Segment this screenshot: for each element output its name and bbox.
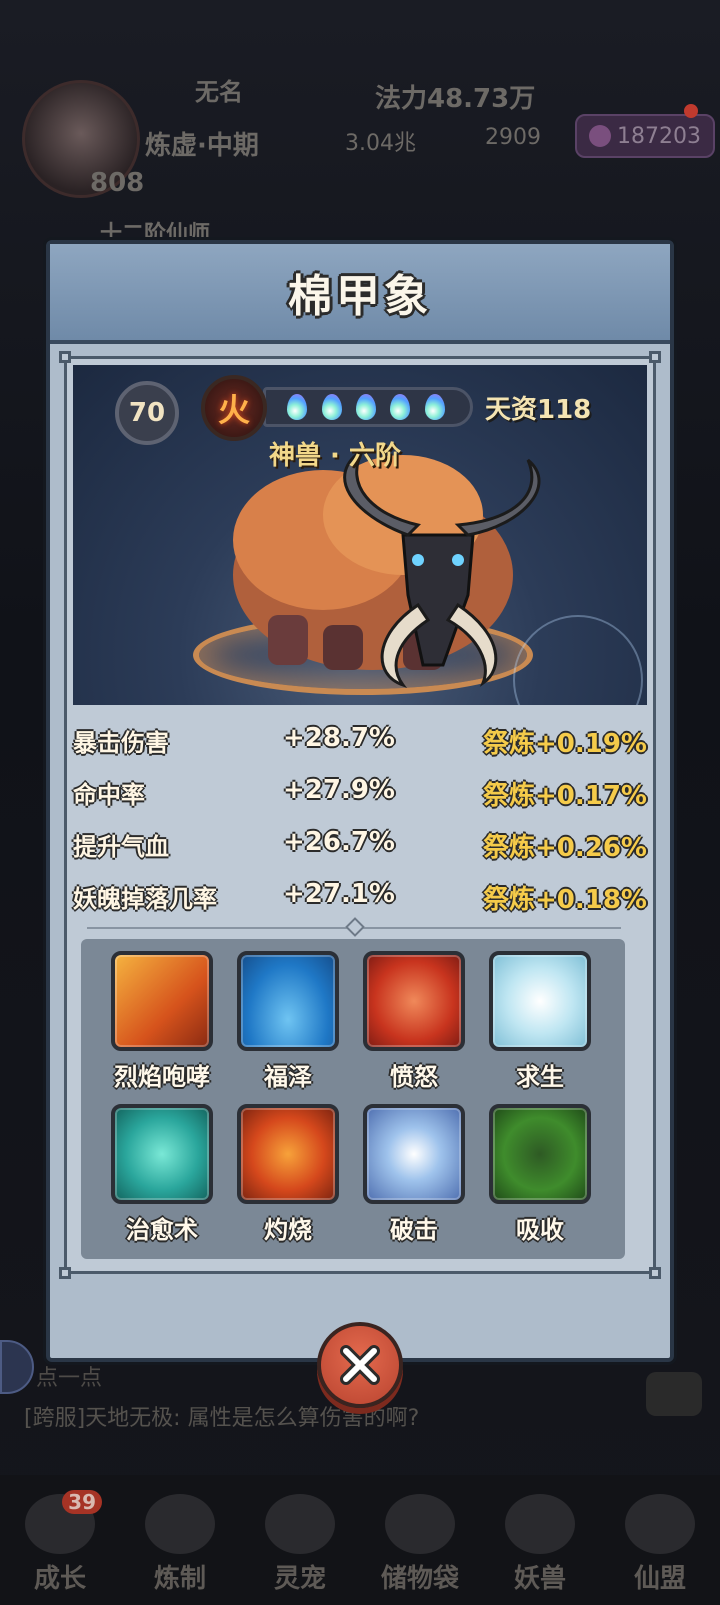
spirit-drop-icon: [390, 394, 411, 420]
fire-element-icon: 火: [201, 375, 267, 441]
survival-spirit-icon: [489, 951, 591, 1051]
chat-prev-line: 点一点: [36, 1366, 103, 1391]
nav-growth: 39 成长: [10, 1490, 110, 1595]
skill-slot[interactable]: 福泽: [233, 951, 343, 1092]
craft-icon: [145, 1494, 215, 1554]
beast-icon: [505, 1494, 575, 1554]
nav-label: 妖兽: [513, 1564, 566, 1594]
skills-grid: 烈焰咆哮 福泽 愤怒 求生 治愈术 灼烧 破击 吸收: [81, 939, 625, 1259]
chat-icon: [646, 1372, 702, 1416]
skill-name: 治愈术: [126, 1216, 198, 1244]
angry-face-icon: [363, 951, 465, 1051]
spirit-drop-icon: [355, 394, 376, 420]
skill-slot[interactable]: 灼烧: [233, 1104, 343, 1245]
stat-row: 命中率 +27.9% 祭炼+0.17%: [73, 767, 647, 819]
nav-label: 灵宠: [273, 1564, 326, 1594]
skill-name: 福泽: [264, 1063, 312, 1091]
stat-name: 妖魄掉落几率: [73, 885, 217, 913]
flame-roar-icon: [111, 951, 213, 1051]
nav-label: 炼制: [153, 1564, 206, 1594]
nav-label: 成长: [33, 1564, 86, 1594]
panel-corner: [59, 351, 71, 363]
beast-detail-dialog: 棉甲象 70 火 天资118 神兽 · 六阶 暴击伤害 +28.7% 祭炼+0.…: [46, 240, 674, 1362]
beast-level-badge: 70: [115, 381, 179, 445]
notification-dot: [684, 104, 698, 118]
skill-slot[interactable]: 愤怒: [359, 951, 469, 1092]
beast-info-panel: 70 火 天资118 神兽 · 六阶 暴击伤害 +28.7% 祭炼+0.19%: [59, 351, 661, 1279]
money-amount: 3.04兆: [345, 131, 416, 156]
stat-name: 命中率: [73, 781, 145, 809]
skill-name: 求生: [516, 1063, 564, 1091]
silver-amount: 2909: [485, 125, 541, 150]
side-avatar: [0, 1340, 34, 1394]
player-power: 法力48.73万: [375, 84, 536, 114]
stats-list: 暴击伤害 +28.7% 祭炼+0.19% 命中率 +27.9% 祭炼+0.17%…: [73, 715, 647, 923]
dialog-header: 棉甲象: [50, 244, 670, 344]
shatter-icon: [363, 1104, 465, 1204]
spirit-drop-icon: [287, 394, 308, 420]
panel-corner: [649, 351, 661, 363]
close-button[interactable]: [317, 1322, 403, 1408]
skill-name: 灼烧: [264, 1216, 312, 1244]
skill-name: 愤怒: [390, 1063, 438, 1091]
skill-slot[interactable]: 破击: [359, 1104, 469, 1245]
stat-name: 暴击伤害: [73, 729, 169, 757]
nav-label: 储物袋: [380, 1564, 459, 1594]
skill-slot[interactable]: 烈焰咆哮: [107, 951, 217, 1092]
stat-value: +26.7%: [283, 827, 395, 857]
aptitude-value: 天资118: [485, 395, 592, 425]
stat-refine-bonus: 祭炼+0.19%: [483, 729, 647, 759]
gem-icon: [589, 125, 611, 147]
nav-alliance: 仙盟: [610, 1494, 710, 1595]
element-label: 火: [217, 391, 250, 429]
gem-counter: 187203: [575, 114, 715, 158]
stat-row: 妖魄掉落几率 +27.1% 祭炼+0.18%: [73, 871, 647, 923]
water-ripple-icon: [237, 951, 339, 1051]
player-level: 808: [90, 168, 145, 198]
nav-badge: 39: [62, 1490, 102, 1514]
spirit-drop-icon: [424, 394, 445, 420]
close-icon: [340, 1345, 380, 1385]
panel-corner: [59, 1267, 71, 1279]
stat-refine-bonus: 祭炼+0.18%: [483, 885, 647, 915]
skill-slot[interactable]: 求生: [485, 951, 595, 1092]
stat-name: 提升气血: [73, 833, 169, 861]
bottom-nav: 39 成长 炼制 灵宠 储物袋 妖兽 仙盟: [0, 1475, 720, 1605]
storage-bag-icon: [385, 1494, 455, 1554]
nav-pet: 灵宠: [250, 1494, 350, 1595]
spirit-drop-icon: [321, 394, 342, 420]
stat-row: 提升气血 +26.7% 祭炼+0.26%: [73, 819, 647, 871]
stat-value: +27.1%: [283, 879, 395, 909]
skill-name: 破击: [390, 1216, 438, 1244]
gem-amount: 187203: [617, 123, 701, 149]
beast-portrait: 70 火 天资118 神兽 · 六阶: [73, 365, 647, 705]
burn-icon: [237, 1104, 339, 1204]
nav-craft: 炼制: [130, 1494, 230, 1595]
player-name: 无名: [195, 78, 243, 106]
player-realm: 炼虚·中期: [145, 131, 259, 161]
stat-refine-bonus: 祭炼+0.26%: [483, 833, 647, 863]
panel-corner: [649, 1267, 661, 1279]
nav-beast: 妖兽: [490, 1494, 590, 1595]
aptitude-drops-bar: [263, 387, 473, 427]
nav-label: 仙盟: [633, 1564, 686, 1594]
skill-name: 吸收: [516, 1216, 564, 1244]
stat-refine-bonus: 祭炼+0.17%: [483, 781, 647, 811]
nav-storage: 储物袋: [370, 1494, 470, 1595]
healing-drop-icon: [111, 1104, 213, 1204]
stat-value: +27.9%: [283, 775, 395, 805]
alliance-icon: [625, 1494, 695, 1554]
beast-rank: 神兽 · 六阶: [269, 441, 401, 471]
stat-row: 暴击伤害 +28.7% 祭炼+0.19%: [73, 715, 647, 767]
pet-icon: [265, 1494, 335, 1554]
beast-name: 棉甲象: [288, 271, 432, 322]
absorb-leaf-icon: [489, 1104, 591, 1204]
skill-slot[interactable]: 治愈术: [107, 1104, 217, 1245]
beast-level: 70: [128, 398, 166, 428]
skill-slot[interactable]: 吸收: [485, 1104, 595, 1245]
skill-name: 烈焰咆哮: [114, 1063, 210, 1091]
stat-value: +28.7%: [283, 723, 395, 753]
